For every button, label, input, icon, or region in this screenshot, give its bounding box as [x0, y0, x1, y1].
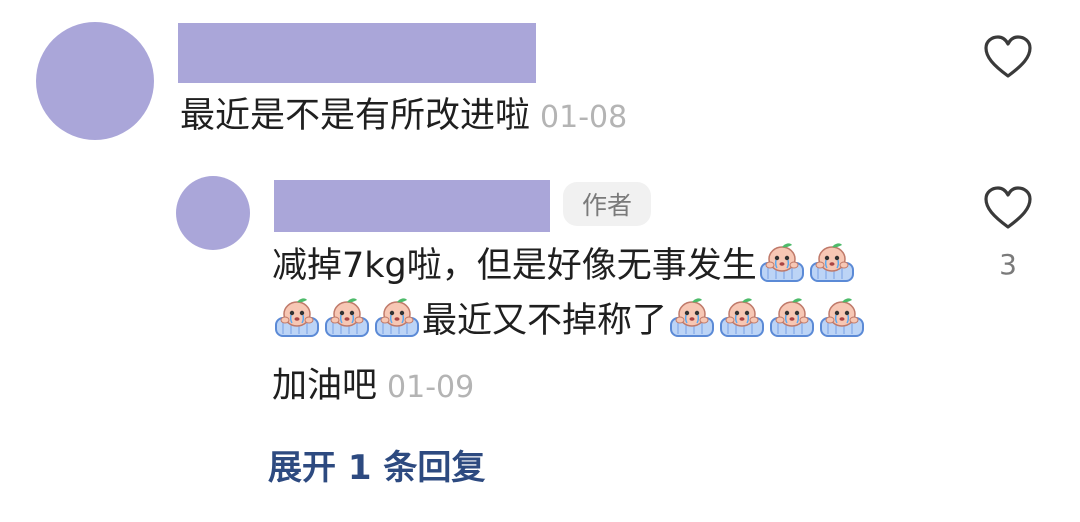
crying-peach-sticker-icon	[323, 296, 371, 340]
heart-icon[interactable]	[983, 186, 1033, 230]
reply-text-line-3: 加油吧	[272, 366, 378, 406]
reply-text-line-2: 最近又不掉称了	[422, 301, 668, 341]
crying-peach-sticker-icon	[273, 296, 321, 340]
crying-peach-sticker-icon	[373, 296, 421, 340]
crying-peach-sticker-icon	[668, 296, 716, 340]
crying-peach-sticker-icon	[818, 296, 866, 340]
reply-like-count: 3	[999, 248, 1017, 281]
reply-line-2: 最近又不掉称了	[272, 295, 867, 347]
reply-author-name-redacted[interactable]	[274, 180, 550, 232]
reply-author-avatar[interactable]	[176, 176, 250, 250]
comment-text: 最近是不是有所改进啦	[180, 96, 531, 136]
heart-icon[interactable]	[983, 35, 1033, 79]
expand-replies-link[interactable]: 展开 1 条回复	[268, 440, 485, 489]
commenter-name-redacted[interactable]	[178, 23, 536, 83]
crying-peach-sticker-icon	[758, 241, 806, 285]
crying-peach-sticker-icon	[768, 296, 816, 340]
reply-line-1: 减掉7kg啦，但是好像无事发生	[272, 240, 857, 292]
comment-thread: 最近是不是有所改进啦 01-08 作者 减掉7kg啦，但是好像无事发生 最近又不掉…	[0, 0, 1080, 522]
reply-text-line-1: 减掉7kg啦，但是好像无事发生	[272, 246, 757, 286]
crying-peach-sticker-icon	[808, 241, 856, 285]
reply-date: 01-09	[387, 370, 475, 405]
commenter-avatar[interactable]	[36, 22, 154, 140]
comment-date: 01-08	[540, 100, 628, 135]
author-badge: 作者	[563, 182, 651, 226]
crying-peach-sticker-icon	[718, 296, 766, 340]
reply-line-3: 加油吧 01-09	[272, 360, 474, 414]
comment-body: 最近是不是有所改进啦 01-08	[180, 90, 627, 144]
